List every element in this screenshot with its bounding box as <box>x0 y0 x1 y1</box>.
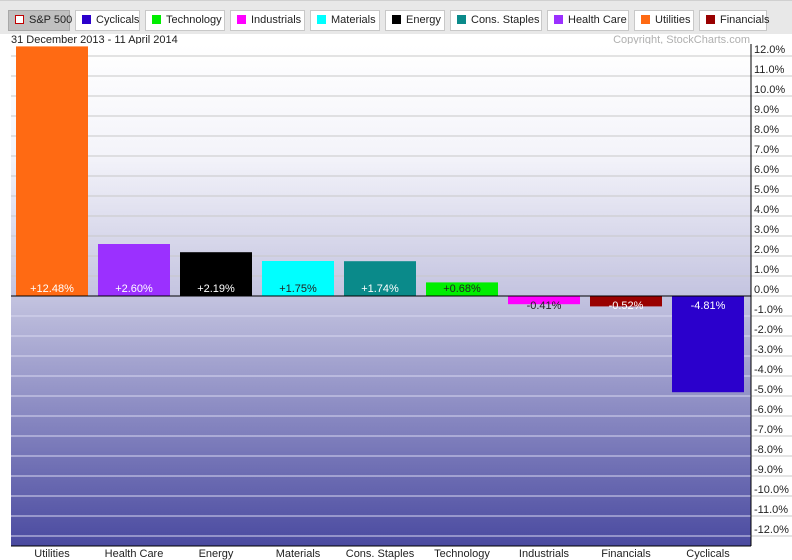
bar-utilities <box>16 46 88 297</box>
y-tick-label: -5.0% <box>754 384 783 396</box>
y-tick-label: -6.0% <box>754 404 783 416</box>
x-category-label: Energy <box>199 548 234 560</box>
bar-value-label: +2.19% <box>197 283 235 295</box>
bar-value-label: -4.81% <box>691 300 726 312</box>
x-category-label: Industrials <box>519 548 570 560</box>
bar-value-label: +2.60% <box>115 283 153 295</box>
x-category-label: Cyclicals <box>686 548 730 560</box>
y-tick-label: 2.0% <box>754 244 779 256</box>
x-category-label: Technology <box>434 548 490 560</box>
x-category-label: Health Care <box>105 548 164 560</box>
y-tick-label: 6.0% <box>754 164 779 176</box>
y-tick-label: 10.0% <box>754 84 785 96</box>
y-tick-label: -1.0% <box>754 304 783 316</box>
y-tick-label: -2.0% <box>754 324 783 336</box>
bar-value-label: +1.75% <box>279 283 317 295</box>
y-tick-label: -10.0% <box>754 484 789 496</box>
y-tick-label: 7.0% <box>754 144 779 156</box>
y-tick-label: -8.0% <box>754 444 783 456</box>
y-tick-label: -12.0% <box>754 524 789 536</box>
y-tick-label: 4.0% <box>754 204 779 216</box>
y-tick-label: 5.0% <box>754 184 779 196</box>
bar-value-label: -0.41% <box>527 300 562 312</box>
y-tick-label: -7.0% <box>754 424 783 436</box>
y-tick-label: -9.0% <box>754 464 783 476</box>
bar-value-label: +0.68% <box>443 283 481 295</box>
y-tick-label: -3.0% <box>754 344 783 356</box>
x-category-label: Materials <box>276 548 321 560</box>
x-category-label: Financials <box>601 548 651 560</box>
bar-value-label: +12.48% <box>30 283 74 295</box>
x-category-label: Cons. Staples <box>346 548 415 560</box>
y-tick-label: 3.0% <box>754 224 779 236</box>
y-tick-label: -11.0% <box>754 504 788 516</box>
y-tick-label: 0.0% <box>754 284 779 296</box>
y-tick-label: -4.0% <box>754 364 783 376</box>
y-tick-label: 8.0% <box>754 124 779 136</box>
sector-performance-chart: 12.0% 11.0% 10.0% 9.0% 8.0% 7.0% 6.0% 5.0% 4.0% 3… <box>11 44 792 560</box>
y-tick-label: 1.0% <box>754 264 779 276</box>
bar-value-label: -0.52% <box>609 300 644 312</box>
y-tick-label: 11.0% <box>754 64 785 76</box>
y-tick-label: 9.0% <box>754 104 779 116</box>
bar-value-label: +1.74% <box>361 283 399 295</box>
x-category-label: Utilities <box>34 548 70 560</box>
y-tick-label: 12.0% <box>754 44 785 56</box>
